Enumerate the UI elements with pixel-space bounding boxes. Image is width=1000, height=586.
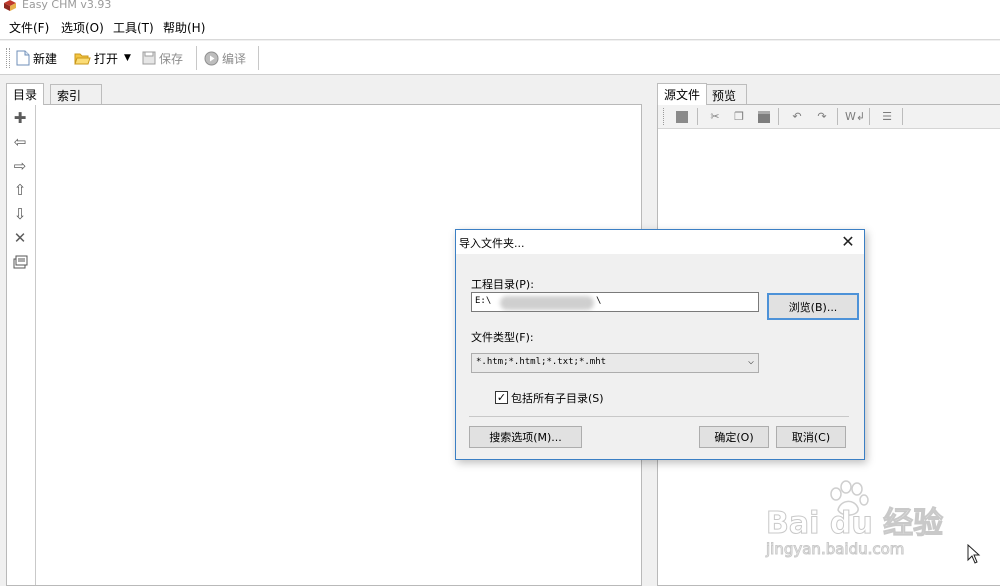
baidu-jingyan-watermark: Bai du 经验 jingyan.baidu.com (765, 480, 956, 568)
include-subdirs-checkbox[interactable]: ✓ (495, 391, 508, 404)
book-icon (4, 0, 16, 11)
file-type-select[interactable]: *.htm;*.html;*.txt;*.mht ⌵ (471, 353, 759, 373)
menu-help[interactable]: 帮助(H) (163, 19, 205, 36)
open-button-label: 打开 (94, 51, 119, 66)
editor-toolbar-separator (778, 108, 779, 125)
tab-preview[interactable]: 预览 (705, 84, 747, 104)
menu-file[interactable]: 文件(F) (9, 19, 49, 36)
toolbar-separator (196, 46, 197, 70)
save-button[interactable]: 保存 (142, 49, 183, 67)
menu-bar: 文件(F) 选项(O) 工具(T) 帮助(H) (0, 14, 1000, 40)
properties-icon[interactable] (11, 253, 29, 271)
search-options-button[interactable]: 搜索选项(M)... (469, 426, 582, 448)
save-button-label: 保存 (159, 51, 184, 66)
tab-toc[interactable]: 目录 (6, 83, 45, 105)
title-bar: Easy CHM v3.93 (0, 0, 1000, 14)
import-folder-dialog: 导入文件夹... ✕ 工程目录(P): E:\ \ 浏览(B)... 文件类型(… (455, 229, 865, 460)
menu-tools[interactable]: 工具(T) (113, 19, 154, 36)
word-wrap-icon[interactable]: W↲ (845, 108, 865, 125)
cancel-button[interactable]: 取消(C) (776, 426, 846, 448)
main-toolbar: 新建 打开 ▼ 保存 编译 (0, 41, 1000, 75)
arrow-up-icon[interactable]: ⇧ (11, 181, 29, 199)
menu-options[interactable]: 选项(O) (61, 19, 104, 36)
open-button[interactable]: 打开 (74, 49, 118, 67)
ok-button[interactable]: 确定(O) (699, 426, 769, 448)
dialog-divider (469, 416, 849, 417)
delete-icon[interactable]: ✕ (11, 229, 29, 247)
tab-index[interactable]: 索引 (50, 84, 102, 104)
format-icon[interactable]: ☰ (878, 108, 896, 125)
stop-icon[interactable] (673, 108, 691, 125)
compile-button-label: 编译 (222, 51, 247, 66)
new-button[interactable]: 新建 (16, 49, 57, 67)
paste-icon[interactable] (755, 108, 773, 125)
undo-icon[interactable]: ↶ (788, 108, 806, 125)
redacted-path (500, 296, 594, 310)
close-icon[interactable]: ✕ (838, 232, 858, 252)
watermark-brand: Bai du 经验 (765, 506, 944, 542)
project-dir-prefix: E:\ (475, 296, 492, 306)
editor-toolbar-separator (869, 108, 870, 125)
editor-toolbar-separator (837, 108, 838, 125)
include-subdirs-label[interactable]: 包括所有子目录(S) (511, 390, 604, 406)
toolbar-separator (258, 46, 259, 70)
play-icon (204, 51, 219, 65)
redo-icon[interactable]: ↷ (813, 108, 831, 125)
compile-button[interactable]: 编译 (204, 49, 246, 67)
editor-toolbar-grip[interactable] (663, 108, 666, 125)
editor-toolbar-separator (902, 108, 903, 125)
browse-button[interactable]: 浏览(B)... (767, 293, 859, 320)
window-title: Easy CHM v3.93 (22, 0, 112, 11)
file-type-label: 文件类型(F): (471, 331, 534, 344)
arrow-right-icon[interactable]: ⇨ (11, 157, 29, 175)
arrow-down-icon[interactable]: ⇩ (11, 205, 29, 223)
folder-open-icon (74, 53, 91, 64)
editor-toolbar-separator (697, 108, 698, 125)
save-icon (142, 51, 156, 65)
project-dir-input[interactable]: E:\ \ (471, 292, 759, 312)
copy-icon[interactable]: ❐ (730, 108, 748, 125)
editor-toolbar: ✂ ❐ ↶ ↷ W↲ ☰ (658, 105, 1000, 129)
chevron-down-icon: ⌵ (747, 356, 754, 367)
new-button-label: 新建 (33, 51, 58, 66)
arrow-left-icon[interactable]: ⇦ (11, 133, 29, 151)
toc-tool-column: ✚ ⇦ ⇨ ⇧ ⇩ ✕ (7, 105, 35, 585)
tab-source[interactable]: 源文件 (657, 83, 708, 105)
new-file-icon (16, 50, 30, 66)
dialog-titlebar[interactable]: 导入文件夹... ✕ (456, 230, 864, 254)
project-dir-label: 工程目录(P): (471, 278, 534, 291)
project-dir-suffix: \ (596, 296, 602, 306)
dialog-title: 导入文件夹... (459, 237, 525, 250)
add-icon[interactable]: ✚ (11, 109, 29, 127)
right-tabs: 源文件 预览 (657, 83, 1000, 105)
file-type-value: *.htm;*.html;*.txt;*.mht (476, 357, 607, 367)
open-dropdown-arrow[interactable]: ▼ (124, 49, 131, 67)
left-tabs: 目录 索引 (6, 83, 642, 105)
mouse-cursor-icon (967, 544, 981, 564)
cut-icon[interactable]: ✂ (706, 108, 724, 125)
watermark-url: jingyan.baidu.com (765, 540, 905, 559)
toolbar-grip[interactable] (6, 48, 10, 68)
